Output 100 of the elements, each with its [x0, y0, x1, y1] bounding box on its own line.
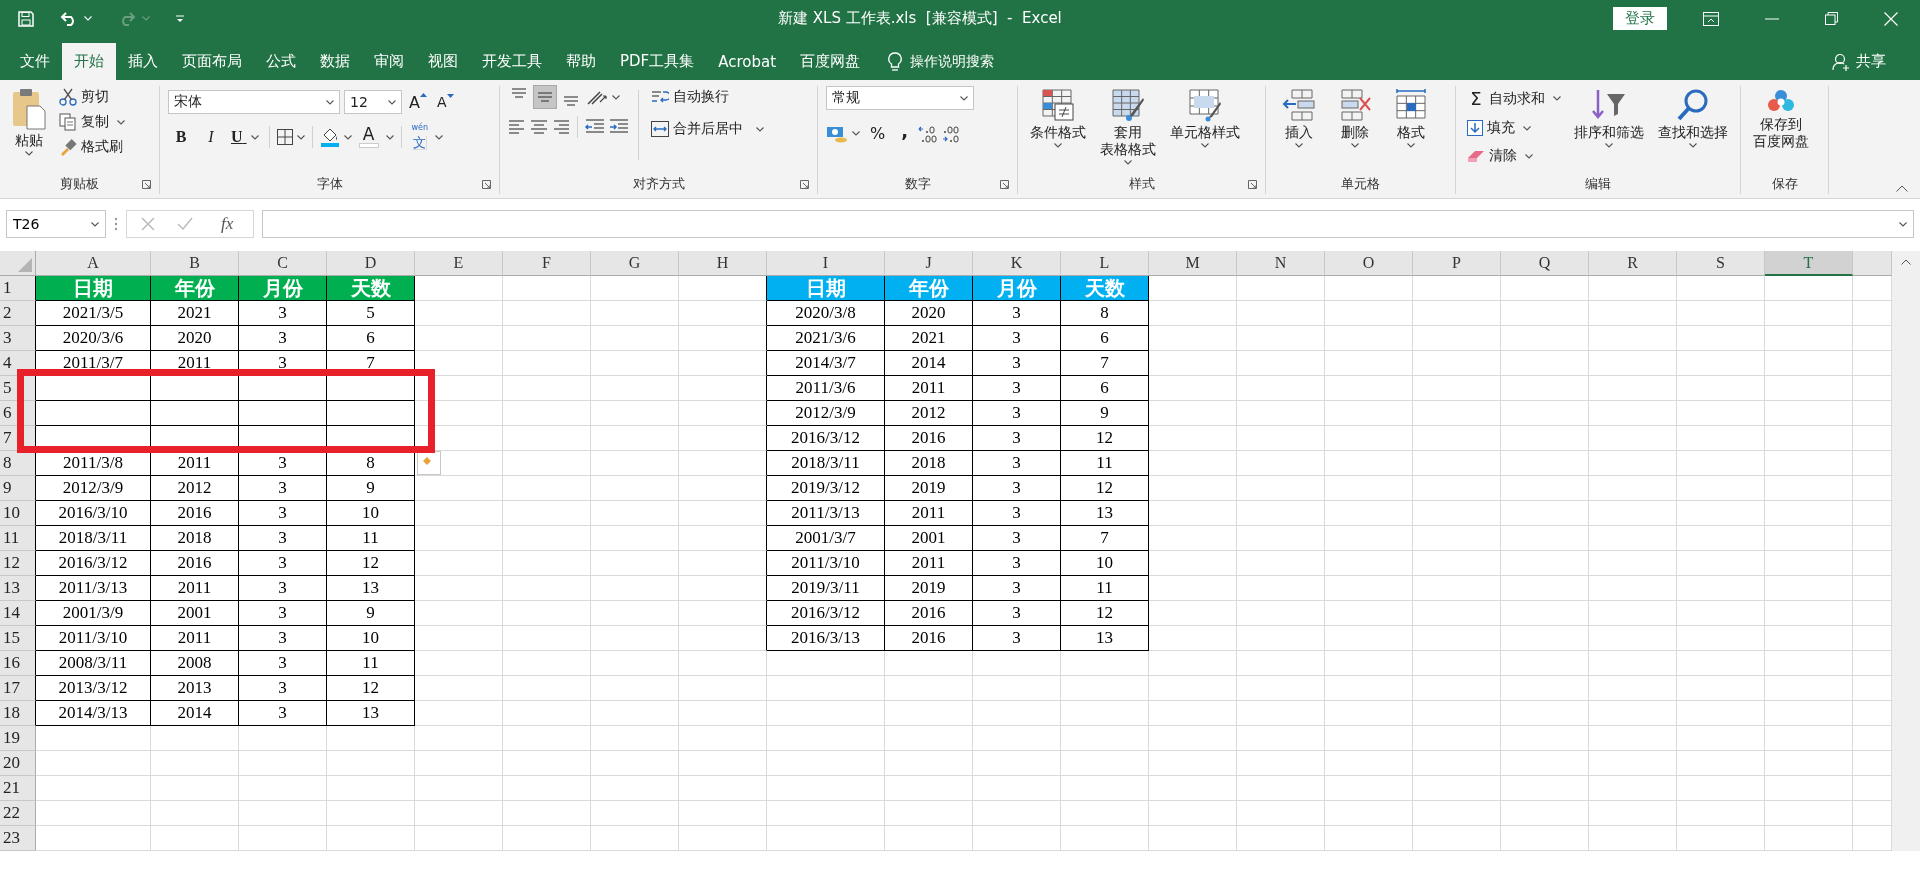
cancel-icon[interactable] [141, 217, 155, 231]
select-all-icon[interactable] [18, 258, 32, 272]
insert-options-icon[interactable] [417, 451, 441, 475]
grid-cell[interactable] [679, 326, 767, 351]
vertical-align-button[interactable] [534, 86, 556, 108]
menu-tab[interactable]: PDF工具集 [608, 43, 707, 80]
row-header[interactable]: 12 [0, 551, 36, 576]
name-box[interactable]: T26 [6, 210, 106, 238]
format-button[interactable]: 格式 [1386, 86, 1436, 174]
formula-input[interactable] [262, 210, 1914, 238]
menu-tab[interactable]: 数据 [308, 43, 362, 80]
format-painter-button[interactable]: 格式刷 [56, 136, 129, 158]
column-header[interactable]: G [591, 251, 679, 276]
copy-button[interactable]: 复制 [56, 111, 129, 133]
column-header[interactable]: J [885, 251, 973, 276]
align-text-icon[interactable] [530, 120, 548, 134]
column-header[interactable]: S [1677, 251, 1765, 276]
column-header[interactable]: C [239, 251, 327, 276]
row-header[interactable]: 8 [0, 451, 36, 476]
orientation-icon[interactable] [586, 88, 608, 106]
grow-font-button[interactable]: A [406, 90, 430, 114]
italic-button[interactable]: I [198, 126, 224, 148]
increase-indent-icon[interactable] [609, 119, 629, 135]
cut-button[interactable]: 剪切 [56, 86, 129, 108]
column-header[interactable]: R [1589, 251, 1677, 276]
menu-tab[interactable]: 公式 [254, 43, 308, 80]
menu-tab[interactable]: 视图 [416, 43, 470, 80]
row-header[interactable]: 2 [0, 301, 36, 326]
row-header[interactable]: 13 [0, 576, 36, 601]
menu-tab[interactable]: 插入 [116, 43, 170, 80]
row-header[interactable]: 22 [0, 801, 36, 826]
column-header[interactable]: M [1149, 251, 1237, 276]
percent-button[interactable]: % [864, 122, 892, 145]
grid-cell[interactable] [679, 576, 767, 601]
column-header[interactable]: O [1325, 251, 1413, 276]
insert-function-button[interactable]: fx [215, 213, 240, 235]
font-color-button[interactable]: A [355, 124, 382, 150]
grid-cell[interactable] [679, 451, 767, 476]
grid-cell[interactable] [679, 601, 767, 626]
phonetic-button[interactable]: wén 文 [408, 122, 432, 152]
currency-icon[interactable] [826, 124, 848, 143]
column-header[interactable]: L [1061, 251, 1149, 276]
menu-tab[interactable]: 页面布局 [170, 43, 254, 80]
column-header[interactable]: F [503, 251, 591, 276]
menu-tab[interactable]: 开始 [62, 43, 116, 80]
row-header[interactable]: 17 [0, 676, 36, 701]
autosum-button[interactable]: Σ 自动求和 [1464, 86, 1565, 111]
shrink-font-button[interactable]: A [433, 92, 457, 112]
column-header[interactable]: T [1765, 251, 1853, 276]
bold-button[interactable]: B [168, 126, 194, 148]
vertical-scrollbar[interactable] [1892, 251, 1920, 851]
table-format-button[interactable]: 套用 表格格式 [1096, 86, 1160, 174]
menu-tab[interactable]: 帮助 [554, 43, 608, 80]
grid-cell[interactable] [679, 426, 767, 451]
dialog-launcher-icon[interactable] [142, 179, 151, 189]
grid-cell[interactable] [679, 301, 767, 326]
menu-tab[interactable]: 开发工具 [470, 43, 554, 80]
row-header[interactable]: 15 [0, 626, 36, 651]
paste-button[interactable]: 粘贴 [8, 86, 50, 174]
dialog-launcher-icon[interactable] [482, 179, 491, 189]
column-header[interactable]: E [415, 251, 503, 276]
column-header[interactable]: H [679, 251, 767, 276]
minimize-icon[interactable] [1765, 17, 1779, 20]
column-header[interactable]: P [1413, 251, 1501, 276]
row-header[interactable]: 14 [0, 601, 36, 626]
enter-icon[interactable] [177, 217, 193, 231]
sort-filter-button[interactable]: 排序和筛选 [1570, 86, 1649, 174]
row-header[interactable]: 9 [0, 476, 36, 501]
column-header[interactable]: N [1237, 251, 1325, 276]
menu-tab[interactable]: Acrobat [706, 43, 789, 80]
row-header[interactable]: 10 [0, 501, 36, 526]
increase-decimal-icon[interactable] [918, 124, 939, 143]
menu-tab[interactable]: 文件 [8, 43, 62, 80]
row-header[interactable]: 11 [0, 526, 36, 551]
insert-button[interactable]: 插入 [1274, 86, 1324, 174]
login-button[interactable]: 登录 [1613, 7, 1667, 30]
tell-me-search[interactable]: 操作说明搜索 [910, 52, 995, 71]
align-text-icon[interactable] [508, 120, 526, 134]
menu-tab[interactable]: 百度网盘 [788, 43, 873, 80]
fill-button[interactable]: 填充 [1464, 117, 1565, 139]
collapse-ribbon-icon[interactable] [1896, 185, 1908, 192]
delete-button[interactable]: 删除 [1330, 86, 1380, 174]
font-name-field[interactable]: 宋体 [168, 90, 340, 114]
merge-center-button[interactable]: 合并后居中 [648, 118, 767, 140]
fill-color-icon[interactable] [319, 127, 340, 147]
row-header[interactable]: 16 [0, 651, 36, 676]
column-header[interactable]: B [151, 251, 239, 276]
row-header[interactable]: 23 [0, 826, 36, 851]
grid-cell[interactable] [679, 551, 767, 576]
find-select-button[interactable]: 查找和选择 [1654, 86, 1733, 174]
column-header[interactable]: K [973, 251, 1061, 276]
font-size-field[interactable]: 12 [344, 90, 402, 114]
grid-cell[interactable] [679, 376, 767, 401]
conditional-format-button[interactable]: 条件格式 [1026, 86, 1090, 174]
grid-cell[interactable] [679, 626, 767, 651]
row-header[interactable]: 20 [0, 751, 36, 776]
ribbon-display-icon[interactable] [1703, 11, 1719, 26]
grid-cell[interactable] [679, 501, 767, 526]
restore-icon[interactable] [1825, 12, 1838, 25]
comma-style-button[interactable]: , [895, 120, 915, 147]
